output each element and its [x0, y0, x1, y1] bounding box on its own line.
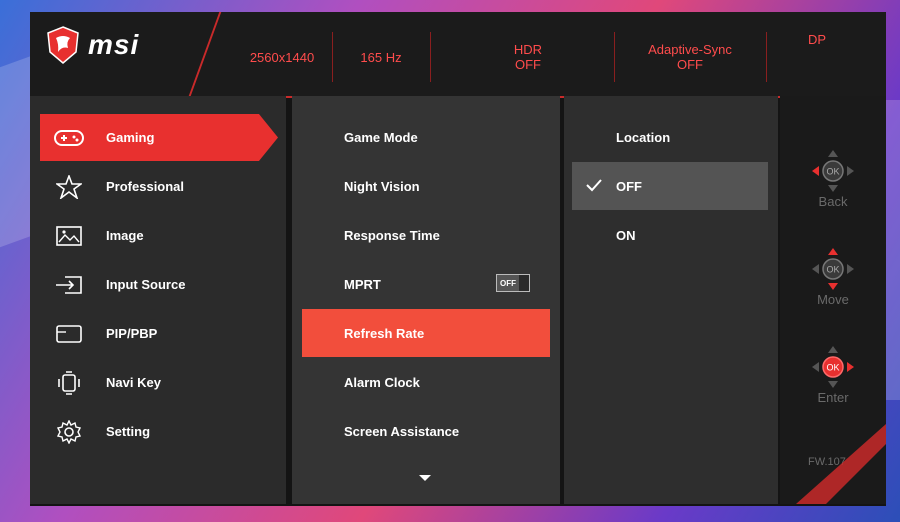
key-label-enter: Enter	[817, 390, 849, 405]
menu-item-label: PIP/PBP	[106, 326, 158, 341]
navi-back-icon: OK	[812, 150, 854, 192]
submenu-panel: Game Mode Night Vision Response Time MPR…	[292, 96, 560, 504]
menu-item-label: Setting	[106, 424, 151, 439]
menu-item-professional[interactable]: Professional	[40, 163, 278, 210]
adaptive-sync-readout: Adaptive-Sync OFF	[648, 42, 732, 72]
submenu-item-response-time[interactable]: Response Time	[302, 211, 550, 259]
menu-item-setting[interactable]: Setting	[40, 408, 278, 455]
menu-item-label: Input Source	[106, 277, 186, 292]
input-source-icon	[54, 273, 84, 297]
menu-item-pip-pbp[interactable]: PIP/PBP	[40, 310, 278, 357]
submenu-item-screen-assistance[interactable]: Screen Assistance	[302, 407, 550, 455]
menu-item-label: Gaming	[106, 130, 155, 145]
menu-item-navi-key[interactable]: Navi Key	[40, 359, 278, 406]
menu-item-image[interactable]: Image	[40, 212, 278, 259]
option-header-location[interactable]: Location	[572, 113, 768, 161]
key-label-back: Back	[818, 194, 848, 209]
gear-icon	[54, 419, 84, 444]
scroll-down-icon[interactable]	[418, 474, 432, 482]
submenu-item-mprt[interactable]: MPRT OFF	[302, 260, 550, 308]
key-label-move: Move	[817, 292, 849, 307]
dragon-shield-icon	[47, 26, 79, 64]
osd-window: msi 2560x1440 165 Hz HDR OFF Adaptive-Sy…	[30, 12, 886, 506]
svg-text:OK: OK	[826, 363, 839, 373]
resolution-readout: 2560x1440	[249, 49, 315, 65]
menu-item-label: Professional	[106, 179, 185, 194]
option-on[interactable]: ON	[572, 211, 768, 259]
menu-item-label: Image	[106, 228, 144, 243]
svg-text:OK: OK	[826, 265, 839, 275]
navi-move-icon: OK	[812, 248, 854, 290]
hdr-readout: HDR OFF	[513, 42, 543, 72]
menu-item-input-source[interactable]: Input Source	[40, 261, 278, 308]
menu-item-gaming[interactable]: Gaming	[40, 114, 278, 161]
image-icon	[54, 224, 84, 248]
pip-icon	[54, 322, 84, 346]
main-menu: Gaming Professional Image Input Source P…	[30, 96, 286, 504]
navi-key-icon	[54, 370, 84, 395]
key-guide: OK Back OK Move OK Enter FW.107	[780, 96, 886, 504]
mprt-toggle[interactable]: OFF	[496, 274, 530, 292]
submenu-item-game-mode[interactable]: Game Mode	[302, 113, 550, 161]
input-readout: DP	[807, 32, 827, 47]
refresh-readout: 165 Hz	[360, 49, 402, 65]
brand-name: msi	[88, 29, 140, 60]
submenu-item-refresh-rate[interactable]: Refresh Rate	[302, 309, 550, 357]
options-panel: Location OFF ON	[564, 96, 778, 504]
status-header: msi 2560x1440 165 Hz HDR OFF Adaptive-Sy…	[30, 12, 886, 98]
corner-decoration	[796, 424, 886, 504]
star-icon	[54, 174, 84, 199]
check-icon	[586, 179, 602, 192]
toggle-knob	[519, 275, 529, 291]
toggle-state: OFF	[497, 275, 519, 291]
submenu-item-alarm-clock[interactable]: Alarm Clock	[302, 358, 550, 406]
svg-text:OK: OK	[826, 167, 839, 177]
option-off[interactable]: OFF	[572, 162, 768, 210]
header-divider	[188, 12, 222, 96]
gamepad-icon	[54, 126, 84, 150]
navi-enter-icon: OK	[812, 346, 854, 388]
menu-item-label: Navi Key	[106, 375, 161, 390]
submenu-item-night-vision[interactable]: Night Vision	[302, 162, 550, 210]
msi-logo: msi	[46, 26, 139, 64]
